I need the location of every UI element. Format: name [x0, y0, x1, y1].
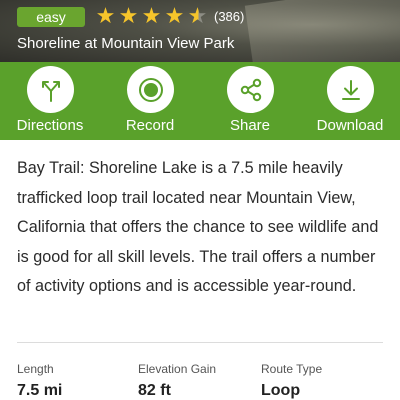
record-button[interactable]: Record [100, 62, 200, 140]
share-button[interactable]: Share [200, 62, 300, 140]
download-button[interactable]: Download [300, 62, 400, 140]
share-label: Share [229, 117, 271, 134]
star-icon: ★ [164, 3, 185, 28]
stat-label: Route Type [261, 362, 323, 376]
star-icon: ★ [95, 3, 116, 28]
download-icon[interactable] [327, 66, 374, 113]
record-icon[interactable] [127, 66, 174, 113]
trail-stats: Length 7.5 mi Elevation Gain 82 ft Route… [17, 362, 400, 400]
stat-label: Length [17, 362, 54, 376]
review-count[interactable]: (386) [214, 9, 244, 24]
stat-label: Elevation Gain [138, 362, 217, 376]
star-icon: ★ [141, 3, 162, 28]
trail-description: Bay Trail: Shoreline Lake is a 7.5 mile … [17, 159, 379, 296]
download-label: Download [316, 117, 384, 134]
stat-elevation-gain: Elevation Gain 82 ft [138, 362, 216, 400]
half-star-icon: ★ [187, 3, 208, 28]
star-rating: ★ ★ ★ ★ ★ [94, 4, 209, 28]
stat-value: 82 ft [138, 382, 171, 399]
action-bar: Directions Record Share Download [0, 62, 400, 140]
star-icon: ★ [118, 3, 139, 28]
directions-label: Directions [16, 117, 84, 134]
stat-value: 7.5 mi [17, 382, 63, 399]
directions-button[interactable]: Directions [0, 62, 100, 140]
park-name[interactable]: Shoreline at Mountain View Park [17, 35, 234, 52]
share-icon[interactable] [227, 66, 274, 113]
stat-value: Loop [261, 382, 301, 399]
directions-icon[interactable] [27, 66, 74, 113]
record-label: Record [125, 117, 175, 134]
trail-hero-image: easy ★ ★ ★ ★ ★ (386) Shoreline at Mounta… [0, 0, 400, 62]
stat-route-type: Route Type Loop [261, 362, 322, 400]
divider [17, 342, 383, 343]
stat-length: Length 7.5 mi [17, 362, 62, 400]
difficulty-badge: easy [17, 7, 85, 27]
